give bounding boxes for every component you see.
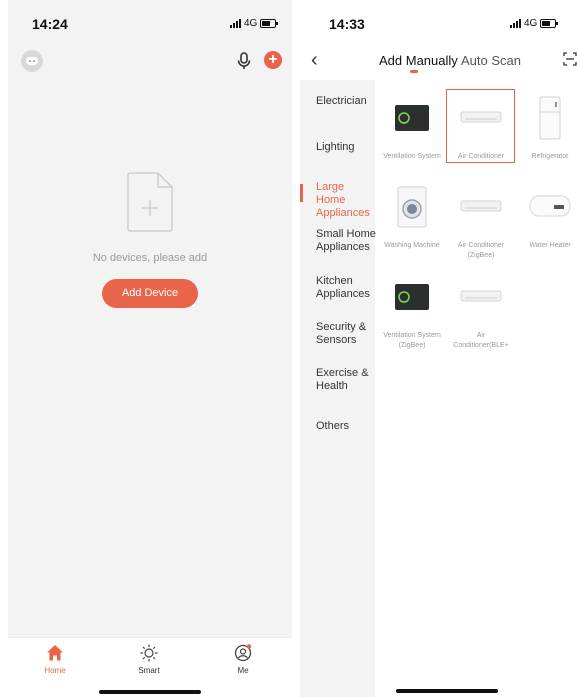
washing-machine-icon: [397, 186, 427, 228]
add-button[interactable]: +: [264, 51, 282, 69]
status-bar: 14:24 4G: [8, 0, 292, 40]
category-lighting[interactable]: Lighting: [316, 141, 376, 154]
tab-auto-scan[interactable]: Auto Scan: [461, 53, 521, 68]
status-signal: 4G: [510, 18, 559, 29]
air-conditioner-icon: [460, 290, 502, 302]
scan-icon[interactable]: [563, 52, 577, 66]
empty-document-icon: [127, 172, 173, 232]
ventilation-icon: [395, 284, 429, 310]
device-ventilation-system-zigbee[interactable]: Ventilation System (ZigBee): [381, 273, 443, 351]
robot-face-icon: [26, 57, 38, 65]
device-washing-machine[interactable]: Washing Machine: [381, 183, 443, 251]
status-time: 14:33: [329, 16, 365, 32]
home-indicator: [396, 689, 498, 693]
device-label: Ventilation System: [383, 153, 441, 160]
add-device-button[interactable]: Add Device: [102, 279, 198, 308]
device-label: Refrigerator: [531, 153, 569, 160]
tab-home-label: Home: [44, 666, 66, 675]
status-time: 14:24: [32, 16, 68, 32]
category-electrician[interactable]: Electrician: [316, 95, 376, 108]
device-label: Washing Machine: [384, 242, 440, 249]
device-water-heater[interactable]: Water Heater: [519, 183, 577, 251]
avatar[interactable]: [21, 50, 43, 72]
home-indicator: [99, 690, 201, 694]
ventilation-icon: [395, 105, 429, 131]
device-label: Air Conditioner: [457, 153, 505, 160]
device-label: Air Conditioner (ZigBee): [457, 242, 505, 259]
water-heater-icon: [529, 195, 571, 217]
battery-icon: [260, 19, 279, 28]
category-small-home-appliances[interactable]: Small Home Appliances: [316, 228, 376, 254]
category-others[interactable]: Others: [316, 420, 376, 433]
status-bar: 14:33 4G: [300, 0, 577, 40]
microphone-icon[interactable]: [234, 51, 254, 71]
tab-smart-label: Smart: [138, 666, 160, 675]
device-air-conditioner-zigbee[interactable]: Air Conditioner (ZigBee): [450, 183, 512, 261]
signal-icon: [230, 19, 241, 28]
device-label: Ventilation System (ZigBee): [383, 332, 441, 349]
category-large-home-appliances[interactable]: Large Home Appliances: [316, 181, 376, 220]
tab-home[interactable]: Home: [25, 644, 85, 675]
refrigerator-icon: [539, 96, 561, 140]
air-conditioner-icon: [460, 111, 502, 123]
empty-state-text: No devices, please add: [92, 252, 208, 264]
network-label: 4G: [524, 18, 538, 29]
user-circle-icon: [234, 644, 252, 662]
tab-smart[interactable]: Smart: [119, 644, 179, 675]
category-kitchen-appliances[interactable]: Kitchen Appliances: [316, 275, 376, 301]
device-label: Water Heater: [529, 242, 571, 249]
tab-bar: Home Smart Me: [8, 637, 292, 697]
sun-icon: [140, 644, 158, 662]
status-signal: 4G: [230, 18, 279, 29]
device-ventilation-system[interactable]: Ventilation System: [381, 94, 443, 162]
home-icon: [47, 645, 63, 661]
device-refrigerator[interactable]: Refrigerator: [519, 94, 577, 162]
device-air-conditioner[interactable]: Air Conditioner: [450, 94, 512, 162]
category-sidebar: Electrician Lighting Large Home Applianc…: [300, 80, 376, 697]
plus-icon: +: [268, 51, 278, 68]
signal-icon: [510, 19, 521, 28]
home-screen: 14:24 4G + No devices, please add Add De…: [8, 0, 292, 697]
category-security-sensors[interactable]: Security & Sensors: [316, 321, 376, 347]
battery-icon: [540, 19, 559, 28]
device-air-conditioner-ble[interactable]: Air Conditioner(BLE+: [450, 273, 512, 351]
device-label: Air Conditioner(BLE+: [453, 332, 509, 349]
active-tab-indicator: [410, 70, 418, 73]
tab-me[interactable]: Me: [213, 644, 273, 675]
tab-add-manually[interactable]: Add Manually: [379, 53, 458, 68]
tab-me-label: Me: [237, 666, 249, 675]
network-label: 4G: [244, 18, 258, 29]
active-category-indicator: [300, 184, 303, 202]
air-conditioner-icon: [460, 200, 502, 212]
back-chevron-icon[interactable]: ‹: [311, 50, 318, 70]
category-exercise-health[interactable]: Exercise & Health: [316, 367, 376, 393]
add-device-screen: 14:33 4G ‹ Add Manually Auto Scan Electr…: [300, 0, 577, 697]
